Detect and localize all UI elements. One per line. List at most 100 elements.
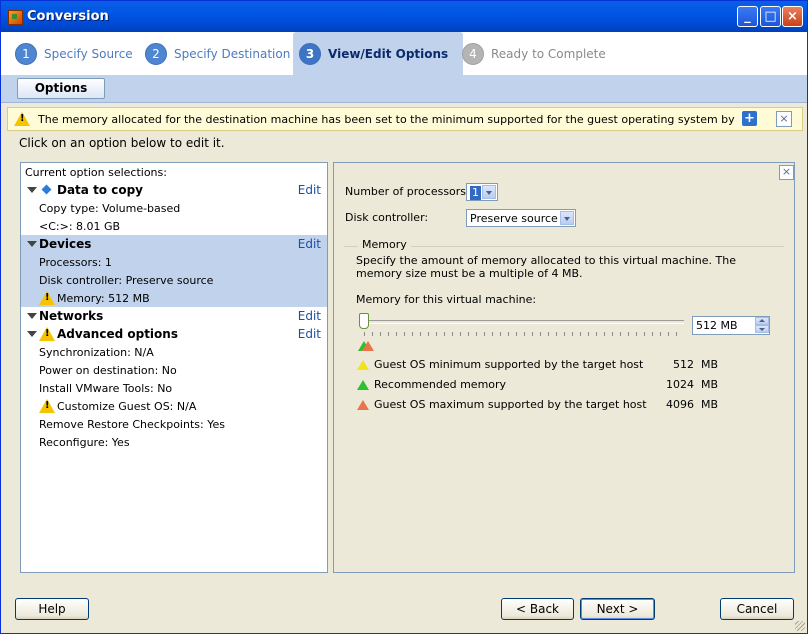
legend-label: Recommended memory [374,378,507,391]
step-number: 3 [299,42,321,65]
instruction-text: Click on an option below to edit it. [19,136,225,150]
step-number: 2 [145,42,167,65]
edit-networks-link[interactable]: Edit [298,309,321,323]
step-label: Specify Source [44,46,133,61]
minimize-button[interactable]: _ [737,6,758,27]
maximize-button[interactable]: □ [760,6,781,27]
memory-slider-track[interactable] [362,320,684,324]
legend-value: 512 [673,358,694,371]
panel-header: Current option selections: [21,163,327,181]
option-networks[interactable]: Networks Edit [21,307,327,325]
warning-message: The memory allocated for the destination… [38,112,738,126]
maximum-marker-icon [362,341,374,351]
option-detail: Disk controller: Preserve source [21,271,327,289]
collapse-triangle-icon[interactable] [27,331,37,337]
back-button[interactable]: < Back [501,598,574,620]
spin-up-icon[interactable] [755,317,769,325]
step-label: View/Edit Options [328,46,449,61]
step-number: 4 [462,42,484,65]
collapse-triangle-icon[interactable] [27,313,37,319]
option-detail: <C:>: 8.01 GB [21,217,327,235]
step-specify-destination[interactable]: 2 Specify Destination [145,32,290,75]
option-title: Data to copy [57,183,143,197]
close-window-button[interactable]: × [782,6,803,27]
volume-size-text: <C:>: 8.01 GB [39,219,121,233]
option-title: Networks [39,309,104,323]
processors-select[interactable]: 1 [466,183,498,201]
chevron-down-icon[interactable] [560,211,574,225]
legend-unit: MB [701,378,719,391]
legend-label: Guest OS minimum supported by the target… [374,358,644,371]
legend-value: 1024 [666,378,694,391]
step-ready-to-complete: 4 Ready to Complete [462,32,606,75]
option-title: Advanced options [57,327,178,341]
legend-minimum: Guest OS minimum supported by the target… [356,357,726,373]
option-detail: Memory: 512 MB [21,289,327,307]
dismiss-warning-button[interactable]: × [776,111,792,127]
memory-value: 512 MB [696,319,738,332]
info-diamond-icon [41,184,52,195]
warning-icon [14,112,30,126]
window-title: Conversion [27,9,109,24]
device-options-panel: × Number of processors: 1 Disk controlle… [333,162,795,573]
option-advanced[interactable]: Advanced options Edit [21,325,327,343]
edit-data-to-copy-link[interactable]: Edit [298,183,321,197]
help-button[interactable]: Help [15,598,89,620]
memory-description: Specify the amount of memory allocated t… [356,254,736,280]
option-detail: Customize Guest OS: N/A [21,397,327,415]
synchronization-text: Synchronization: N/A [39,345,154,359]
close-panel-button[interactable]: × [779,165,794,180]
tab-bar: Options [1,75,807,103]
disk-controller-value: Preserve source [470,212,558,225]
customize-guest-text: Customize Guest OS: N/A [57,399,197,413]
option-detail: Copy type: Volume-based [21,199,327,217]
edit-devices-link[interactable]: Edit [298,237,321,251]
maximum-marker-icon [357,400,369,410]
recommended-marker-icon [357,380,369,390]
spin-down-icon[interactable] [755,325,769,333]
legend-unit: MB [701,398,719,411]
memory-text: Memory: 512 MB [57,291,150,305]
step-specify-source[interactable]: 1 Specify Source [15,32,133,75]
memory-spinbox[interactable]: 512 MB [692,316,770,335]
option-detail: Remove Restore Checkpoints: Yes [21,415,327,433]
step-label: Ready to Complete [491,46,606,61]
resize-grip-icon[interactable] [795,621,805,631]
step-view-edit-options[interactable]: 3 View/Edit Options [293,32,464,75]
memory-slider-handle[interactable] [359,313,369,329]
power-on-text: Power on destination: No [39,363,177,377]
edit-advanced-link[interactable]: Edit [298,327,321,341]
chevron-down-icon[interactable] [482,185,496,199]
option-devices[interactable]: Devices Edit [21,235,327,253]
step-label: Specify Destination [174,46,291,61]
panel-header-label: Current option selections: [25,165,167,179]
option-detail: Reconfigure: Yes [21,433,327,451]
option-selections-panel: Current option selections: Data to copy … [20,162,328,573]
warning-icon [39,327,55,341]
option-detail: Synchronization: N/A [21,343,327,361]
collapse-triangle-icon[interactable] [27,187,37,193]
disk-controller-label: Disk controller: [345,211,429,224]
option-data-to-copy[interactable]: Data to copy Edit [21,181,327,199]
conversion-window: Conversion _ □ × 1 Specify Source 2 Spec… [0,0,808,634]
legend-unit: MB [701,358,719,371]
memory-group-title: Memory [358,238,411,251]
reconfigure-text: Reconfigure: Yes [39,435,130,449]
app-icon [8,10,23,25]
warning-icon [39,399,55,413]
cancel-button[interactable]: Cancel [720,598,794,620]
collapse-triangle-icon[interactable] [27,241,37,247]
expand-warning-button[interactable]: + [742,111,757,126]
processors-text: Processors: 1 [39,255,112,269]
option-detail: Processors: 1 [21,253,327,271]
legend-label: Guest OS maximum supported by the target… [374,398,647,411]
disk-controller-select[interactable]: Preserve source [466,209,576,227]
memory-for-vm-label: Memory for this virtual machine: [356,293,537,306]
title-bar[interactable]: Conversion _ □ × [1,1,807,32]
warning-bar: The memory allocated for the destination… [7,107,803,131]
option-detail: Install VMware Tools: No [21,379,327,397]
copy-type-text: Copy type: Volume-based [39,201,181,215]
tab-options[interactable]: Options [17,78,105,99]
remove-checkpoints-text: Remove Restore Checkpoints: Yes [39,417,225,431]
next-button[interactable]: Next > [580,598,655,620]
